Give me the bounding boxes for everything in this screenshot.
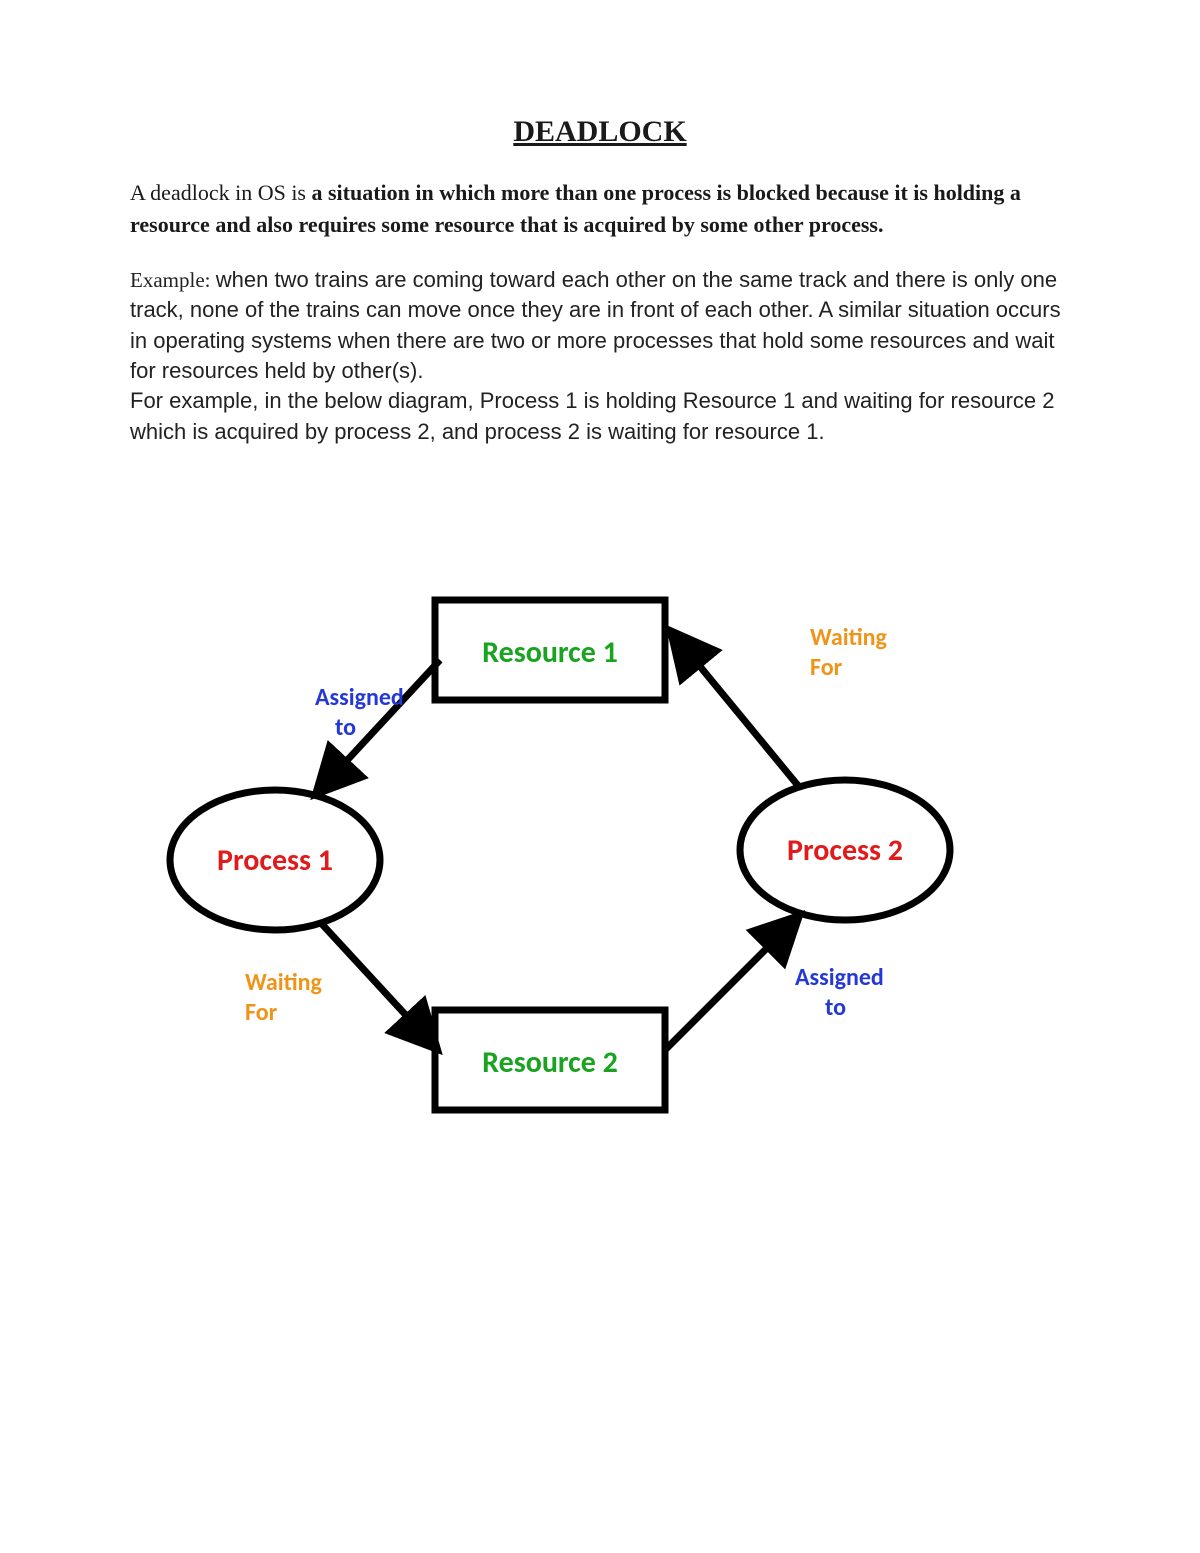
process2-label: Process 2: [787, 832, 903, 869]
edge-assigned1-line2: to: [335, 713, 356, 742]
page-title: DEADLOCK: [130, 115, 1070, 149]
definition-intro: A deadlock in OS is: [130, 180, 312, 205]
document-page: DEADLOCK A deadlock in OS is a situation…: [130, 115, 1070, 447]
arrow-p1-to-r2: [320, 922, 438, 1050]
deadlock-diagram: Resource 1 Resource 2 Process 1 Process …: [130, 570, 1070, 1170]
process1-label: Process 1: [217, 842, 333, 879]
edge-waiting2-line1: Waiting: [810, 623, 888, 652]
edge-assigned2-line2: to: [825, 993, 846, 1022]
example-paragraph: Example: when two trains are coming towa…: [130, 265, 1070, 447]
arrow-p2-to-r1: [670, 630, 800, 788]
example-followup: For example, in the below diagram, Proce…: [130, 388, 1054, 443]
edge-waiting1-line2: For: [245, 998, 278, 1027]
edge-waiting2-line2: For: [810, 653, 843, 682]
arrow-r2-to-p2: [665, 915, 800, 1050]
resource1-label: Resource 1: [482, 634, 618, 671]
edge-assigned1-line1: Assigned: [315, 683, 404, 712]
example-body: when two trains are coming toward each o…: [130, 267, 1061, 383]
arrow-r1-to-p1: [315, 660, 440, 795]
edge-assigned2-line1: Assigned: [795, 963, 884, 992]
resource2-label: Resource 2: [482, 1044, 618, 1081]
example-label: Example:: [130, 268, 216, 292]
definition-paragraph: A deadlock in OS is a situation in which…: [130, 177, 1070, 241]
edge-waiting1-line1: Waiting: [245, 968, 323, 997]
